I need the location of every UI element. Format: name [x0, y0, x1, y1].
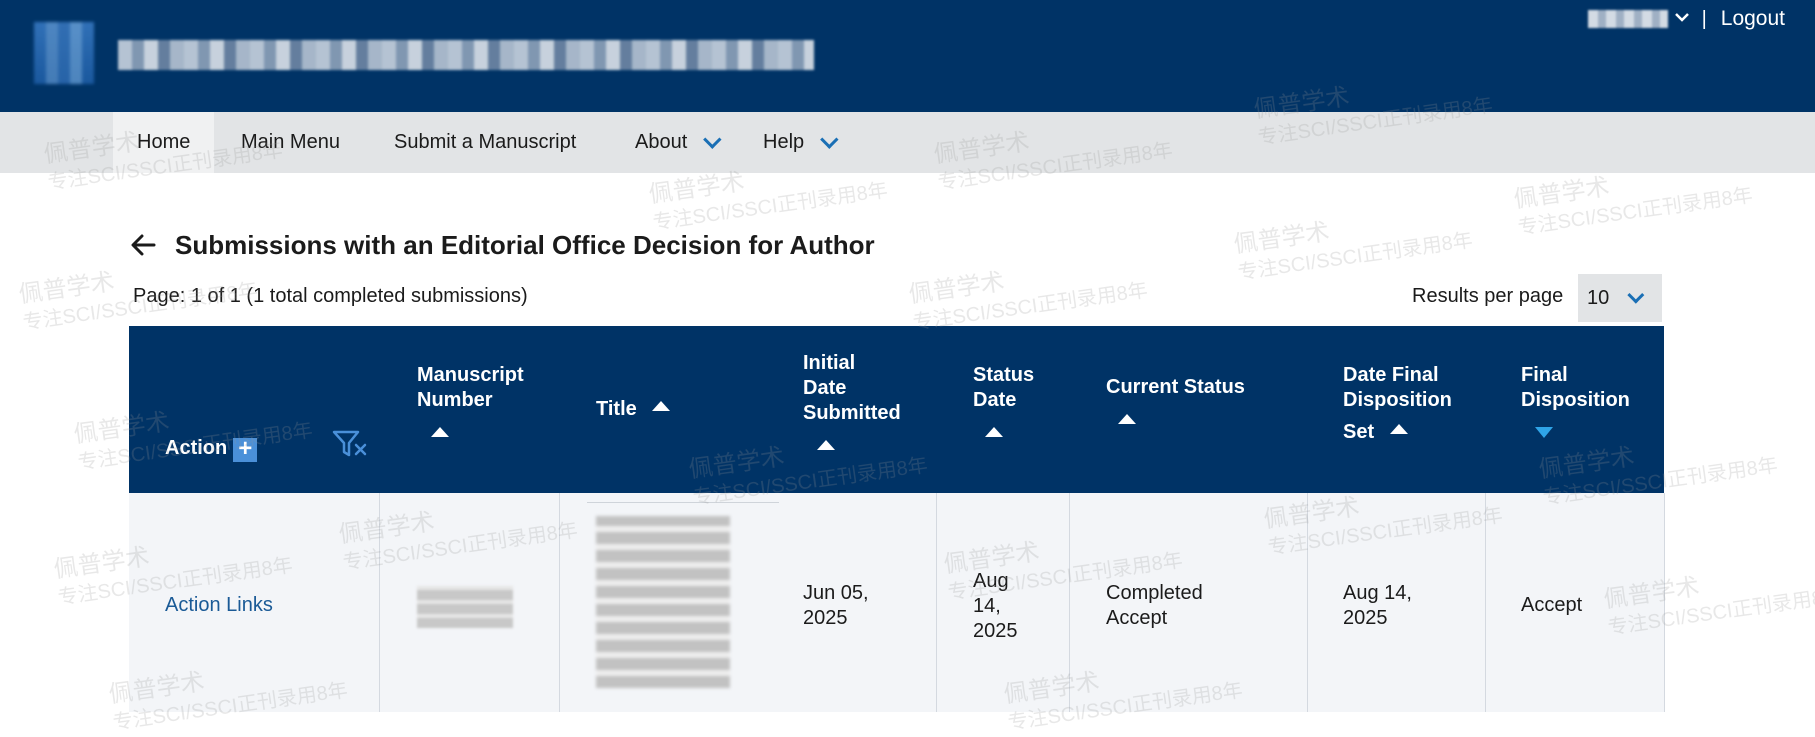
cell-status-date-line1: Aug [973, 570, 1009, 592]
manuscript-number-redacted [417, 586, 513, 628]
cell-initial-date-submitted: Jun 05, 2025 [803, 581, 869, 631]
sort-ascending-icon[interactable] [1118, 414, 1136, 424]
user-menu: | Logout [1587, 0, 1815, 38]
sort-ascending-icon[interactable] [431, 427, 449, 437]
column-divider [1307, 493, 1308, 712]
column-divider [379, 493, 380, 712]
username-redacted[interactable] [1587, 10, 1668, 28]
th-action-label: Action [165, 437, 228, 459]
th-initial-date-submitted[interactable]: Initial Date Submitted [803, 351, 901, 457]
th-date-final-line2: Disposition [1343, 389, 1452, 411]
sort-ascending-icon[interactable] [652, 401, 671, 411]
th-date-final-line1: Date Final [1343, 364, 1439, 386]
nav-main-menu[interactable]: Main Menu [241, 112, 340, 173]
logout-link[interactable]: Logout [1721, 7, 1785, 31]
th-manuscript-number[interactable]: Manuscript Number [417, 363, 524, 444]
page-title: Submissions with an Editorial Office Dec… [175, 230, 875, 260]
chevron-down-icon [1627, 286, 1645, 304]
table-row [129, 493, 1664, 712]
chevron-down-icon [820, 130, 839, 149]
sort-descending-icon[interactable] [1535, 427, 1553, 438]
th-final-disp-line2: Disposition [1521, 389, 1630, 411]
th-initial-line2: Date [803, 377, 847, 399]
th-manuscript-number-line2: Number [417, 389, 493, 411]
watermark: 佩普学术 专注SCI/SSCI正刊录用8年 [1232, 218, 1475, 285]
clear-filter-icon[interactable] [332, 428, 368, 460]
manuscript-title-redacted [596, 516, 730, 688]
add-action-button[interactable]: + [233, 437, 258, 462]
journal-logo [34, 22, 94, 84]
nav-about[interactable]: About [635, 112, 722, 173]
column-divider [1069, 493, 1070, 712]
cell-current-status-line1: Completed [1106, 582, 1203, 604]
th-status-date-line1: Status [973, 364, 1035, 386]
nav-help[interactable]: Help [763, 112, 839, 173]
cell-status-date-line3: 2025 [973, 620, 1018, 642]
column-divider [1485, 493, 1486, 712]
th-status-date[interactable]: Status Date [973, 363, 1034, 444]
th-current-status[interactable]: Current Status [1106, 375, 1245, 431]
nav-submit-manuscript-label: Submit a Manuscript [394, 131, 577, 153]
cell-initial-line2: 2025 [803, 607, 848, 629]
action-links-link[interactable]: Action Links [165, 593, 273, 618]
sort-ascending-icon[interactable] [985, 427, 1003, 437]
column-divider [1664, 493, 1665, 712]
cell-date-final-disposition-set: Aug 14, 2025 [1343, 581, 1412, 631]
th-initial-line1: Initial [803, 352, 856, 374]
watermark: 佩普学术 专注SCI/SSCI正刊录用8年 [907, 268, 1150, 335]
cell-status-date: Aug 14, 2025 [973, 569, 1018, 644]
nav-home[interactable]: Home [113, 112, 215, 173]
th-date-final-disposition-set[interactable]: Date Final Disposition Set [1343, 363, 1452, 445]
chevron-down-icon[interactable] [1674, 10, 1690, 28]
th-date-final-line3: Set [1343, 421, 1375, 443]
cell-final-disposition: Accept [1521, 594, 1583, 616]
th-final-disposition[interactable]: Final Disposition [1521, 363, 1630, 445]
nav-main-menu-label: Main Menu [241, 131, 340, 153]
back-arrow-icon[interactable] [129, 231, 157, 259]
nav-help-label: Help [763, 131, 805, 153]
th-initial-line3: Submitted [803, 402, 901, 424]
th-action: Action + [165, 436, 258, 462]
cell-current-status: Completed Accept [1106, 581, 1203, 631]
nav-about-label: About [635, 131, 688, 153]
results-per-page-label: Results per page [1412, 285, 1564, 307]
cell-status-date-line2: 14, [973, 595, 1001, 617]
main-nav: Home Main Menu Submit a Manuscript About… [0, 112, 1815, 173]
journal-title-redacted [118, 40, 814, 70]
column-divider [559, 493, 560, 712]
chevron-down-icon [703, 130, 722, 149]
cell-date-final-line1: Aug 14, [1343, 582, 1412, 604]
cell-date-final-line2: 2025 [1343, 607, 1388, 629]
column-divider [936, 493, 937, 712]
sort-ascending-icon[interactable] [1389, 424, 1408, 434]
th-current-status-label: Current Status [1106, 376, 1245, 398]
cell-initial-line1: Jun 05, [803, 582, 869, 604]
title-cell-divider [587, 502, 779, 503]
th-title[interactable]: Title [596, 397, 671, 422]
th-status-date-line2: Date [973, 389, 1017, 411]
th-manuscript-number-line1: Manuscript [417, 364, 524, 386]
nav-home-label: Home [137, 131, 191, 153]
th-title-label: Title [596, 398, 637, 420]
top-header: | Logout [0, 0, 1815, 112]
sort-ascending-icon[interactable] [817, 440, 835, 450]
results-per-page-value: 10 [1587, 286, 1610, 309]
results-per-page-select[interactable]: 10 [1578, 274, 1662, 322]
nav-submit-manuscript[interactable]: Submit a Manuscript [394, 112, 576, 173]
cell-current-status-line2: Accept [1106, 607, 1168, 629]
th-final-disp-line1: Final [1521, 364, 1568, 386]
pagination-info: Page: 1 of 1 (1 total completed submissi… [133, 285, 528, 307]
header-separator: | [1701, 7, 1707, 30]
